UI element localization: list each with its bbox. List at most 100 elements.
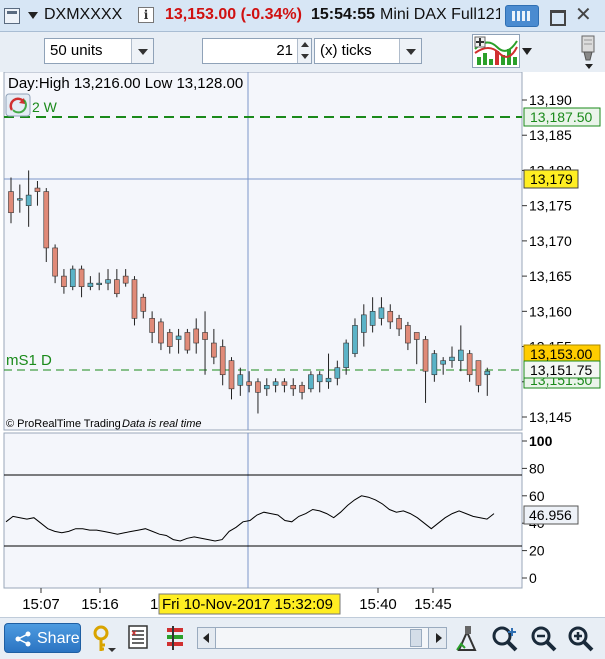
crosshair-price-badge: 13,179 <box>523 169 579 189</box>
price-tick-label: 13,185 <box>529 127 572 143</box>
price-change: 13,153.00 (-0.34%) <box>165 6 302 23</box>
candle-body <box>299 384 305 393</box>
scroll-right-icon[interactable] <box>428 628 446 648</box>
candle-body <box>369 311 376 326</box>
brush-icon <box>581 35 595 61</box>
key-icon[interactable] <box>90 624 118 654</box>
clock-time: 15:54:55 <box>311 6 376 23</box>
ticks-select[interactable]: (x) ticks <box>314 38 422 64</box>
time-tick-label: 15:40 <box>359 596 397 613</box>
price-chart[interactable]: 13,19013,18513,18013,17513,17013,16513,1… <box>0 71 605 617</box>
instrument-code[interactable]: DXMXXXX <box>44 6 122 24</box>
zoom-in-icon[interactable] <box>566 624 594 654</box>
candle-body <box>396 318 402 330</box>
close-icon[interactable]: ✕ <box>575 4 592 26</box>
candle-body <box>263 384 270 390</box>
chevron-down-icon[interactable] <box>399 39 421 63</box>
oscillator-tick-label: 80 <box>529 460 545 476</box>
svg-text:13,179: 13,179 <box>530 171 573 187</box>
order-list-icon[interactable] <box>127 624 155 654</box>
svg-text:13,153.00: 13,153.00 <box>530 346 592 362</box>
quantity-stepper[interactable]: 21 <box>202 38 312 64</box>
candle-body <box>387 311 394 323</box>
candle-body <box>158 321 164 344</box>
title-bar: DXMXXXX i 13,153.00 (-0.34%) 15:54:55 Mi… <box>0 0 605 32</box>
candle-body <box>211 342 217 358</box>
candle-body <box>308 374 314 390</box>
candle-body <box>290 384 297 390</box>
candle-body <box>360 314 367 333</box>
indicator-icon <box>474 36 518 65</box>
info-icon[interactable]: i <box>138 7 154 23</box>
chevron-down-icon[interactable] <box>131 39 153 63</box>
share-button[interactable]: Share <box>4 623 81 653</box>
candle-body <box>449 356 455 361</box>
chart-scrollbar[interactable] <box>197 627 447 649</box>
increment-icon[interactable] <box>301 42 309 47</box>
candle-body <box>440 360 446 365</box>
candle-body <box>25 194 32 206</box>
candle-body <box>17 198 23 201</box>
candle-body <box>431 353 438 376</box>
candle-body <box>325 377 332 383</box>
indicator-dropdown-icon[interactable] <box>522 48 532 55</box>
units-select[interactable]: 50 units <box>44 38 154 64</box>
price-panel <box>3 71 523 431</box>
oscillator-tick-label: 0 <box>529 570 537 586</box>
candle-body <box>69 268 76 287</box>
drawing-tools-button[interactable] <box>578 34 602 68</box>
quantity-value: 21 <box>276 42 293 59</box>
candle-body <box>140 296 147 312</box>
chart-refresh-icon[interactable] <box>5 93 31 117</box>
scroll-thumb[interactable] <box>410 629 422 647</box>
candle-body <box>422 339 429 372</box>
maximize-icon[interactable] <box>545 5 567 27</box>
candle-body <box>61 275 67 287</box>
candle-body <box>458 349 464 361</box>
weekly-level-badge: 13,187.50 <box>523 107 601 127</box>
candle-body <box>246 381 252 386</box>
add-indicator-button[interactable] <box>472 34 520 68</box>
weekly-level-label: 2 W <box>32 99 58 115</box>
oscillator-tick-label: 60 <box>529 488 545 504</box>
candle-body <box>105 279 111 284</box>
bottom-toolbar: Share <box>0 617 605 659</box>
oscillator-tick-label: 100 <box>529 433 553 449</box>
candle-body <box>166 332 173 347</box>
window-menu-icon[interactable] <box>4 8 20 24</box>
candle-body <box>272 381 279 386</box>
decrement-icon[interactable] <box>301 54 309 59</box>
units-select-value: 50 units <box>50 42 103 59</box>
scroll-left-icon[interactable] <box>198 628 216 648</box>
share-icon <box>15 631 31 647</box>
candle-body <box>281 381 288 386</box>
candle-body <box>334 367 341 379</box>
time-tick-label-partial: 1 <box>150 596 158 613</box>
candle-body <box>184 332 191 351</box>
keyboard-icon[interactable] <box>505 5 539 27</box>
candle-body <box>343 342 349 368</box>
oscillator-tick-label: 20 <box>529 543 545 559</box>
candle-body <box>114 279 120 295</box>
candle-body <box>131 279 138 319</box>
price-tick-label: 13,170 <box>529 233 572 249</box>
last-price-badge: 13,153.00 <box>523 344 601 363</box>
candle-body <box>52 247 58 277</box>
watermark-text: © ProRealTime Trading <box>6 418 121 430</box>
svg-text:46.956: 46.956 <box>529 507 572 523</box>
positions-icon[interactable] <box>163 624 191 654</box>
zoom-fit-icon[interactable] <box>490 624 518 654</box>
oscillator-panel <box>3 432 523 589</box>
candle-body <box>96 282 102 285</box>
drawing-settings-icon[interactable] <box>453 624 481 654</box>
instrument-name: Mini DAX Full1217 <box>380 6 500 23</box>
chart-area[interactable]: 13,19013,18513,18013,17513,17013,16513,1… <box>0 71 605 617</box>
candle-body <box>122 275 129 284</box>
drawing-tools-dropdown-icon[interactable] <box>585 64 593 69</box>
ticks-select-value: (x) ticks <box>320 42 372 59</box>
instrument-dropdown-icon[interactable] <box>28 12 38 19</box>
candle-body <box>405 325 411 344</box>
zoom-out-icon[interactable] <box>529 624 557 654</box>
candle-body <box>87 282 94 287</box>
price-tick-label: 13,160 <box>529 303 572 319</box>
